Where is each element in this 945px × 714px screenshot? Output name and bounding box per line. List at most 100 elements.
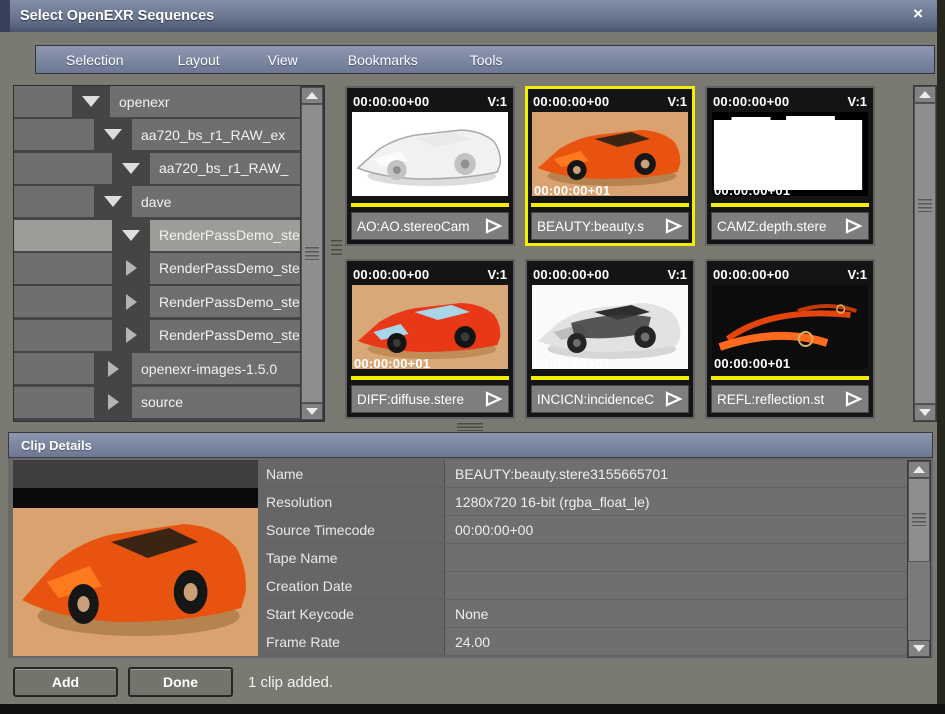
menu-layout[interactable]: Layout	[174, 52, 224, 68]
version-label: V:1	[667, 94, 687, 109]
clip-timeline-bar	[351, 376, 509, 380]
vertical-splitter[interactable]	[330, 85, 343, 420]
version-label: V:1	[847, 267, 867, 282]
chevron-right-icon[interactable]	[126, 294, 137, 310]
add-button[interactable]: Add	[13, 667, 118, 697]
clip-tile-camz[interactable]: 00:00:00+00V:1 00:00:00+01 CAMZ:depth.st…	[705, 86, 875, 246]
clip-label-bar[interactable]: BEAUTY:beauty.s	[531, 212, 689, 240]
close-icon[interactable]: ×	[913, 4, 923, 24]
folder-tree: openexr aa720_bs_r1_RAW_ex aa720_bs_r1_R…	[13, 85, 325, 422]
version-label: V:1	[667, 267, 687, 282]
details-scrollbar[interactable]	[907, 460, 931, 658]
window-edge	[0, 704, 945, 714]
clip-timeline-bar	[351, 203, 509, 207]
chevron-down-icon[interactable]	[104, 196, 122, 207]
menu-bookmarks[interactable]: Bookmarks	[344, 52, 422, 68]
chevron-right-icon[interactable]	[126, 327, 137, 343]
scroll-down-icon[interactable]	[301, 403, 323, 420]
clip-label-bar[interactable]: REFL:reflection.st	[711, 385, 869, 413]
scroll-up-icon[interactable]	[301, 87, 323, 104]
clip-name: REFL:reflection.st	[717, 392, 844, 407]
clip-label-bar[interactable]: AO:AO.stereoCam	[351, 212, 509, 240]
menu-selection[interactable]: Selection	[62, 52, 128, 68]
tree-item-dave[interactable]: dave	[14, 186, 300, 217]
tree-item-aa720-ex[interactable]: aa720_bs_r1_RAW_ex	[14, 119, 300, 150]
done-button[interactable]: Done	[128, 667, 233, 697]
clip-timeline-bar	[711, 376, 869, 380]
scroll-up-icon[interactable]	[914, 86, 936, 103]
tree-item-renderpassdemo-3[interactable]: RenderPassDemo_ste	[14, 286, 300, 317]
clip-name: AO:AO.stereoCam	[357, 219, 484, 234]
clip-timeline-bar	[531, 376, 689, 380]
clip-label-bar[interactable]: INCICN:incidenceC	[531, 385, 689, 413]
clip-label-bar[interactable]: DIFF:diffuse.stere	[351, 385, 509, 413]
play-icon[interactable]	[664, 391, 683, 407]
menu-view[interactable]: View	[264, 52, 302, 68]
footer-bar: Add Done 1 clip added.	[0, 660, 937, 704]
clip-thumbnail: 00:00:00+01	[712, 285, 868, 369]
play-icon[interactable]	[484, 218, 503, 234]
scroll-down-icon[interactable]	[908, 640, 930, 657]
chevron-down-icon[interactable]	[104, 129, 122, 140]
clip-tile-beauty-selected[interactable]: 00:00:00+00 V:1 00:00:00+01 BEAUTY:beauty…	[525, 86, 695, 246]
version-label: V:1	[487, 267, 507, 282]
detail-row-frame-rate: Frame Rate24.00	[258, 628, 920, 656]
timecode-end: 00:00:00+01	[714, 183, 790, 198]
horizontal-splitter[interactable]	[345, 421, 915, 431]
chevron-down-icon[interactable]	[82, 96, 100, 107]
clip-thumbnail: 00:00:00+01	[712, 112, 868, 196]
clip-preview-image	[13, 488, 258, 656]
details-scroll-thumb[interactable]	[908, 478, 930, 562]
play-icon[interactable]	[844, 391, 863, 407]
clip-details-header: Clip Details	[8, 432, 933, 458]
chevron-right-icon[interactable]	[126, 260, 137, 276]
clip-name: INCICN:incidenceC	[537, 392, 664, 407]
grid-scrollbar[interactable]	[913, 85, 937, 422]
tree-item-source[interactable]: source	[14, 387, 300, 418]
detail-row-start-keycode: Start KeycodeNone	[258, 600, 920, 628]
clip-name: DIFF:diffuse.stere	[357, 392, 484, 407]
play-icon[interactable]	[484, 391, 503, 407]
window-edge	[937, 0, 945, 714]
clip-tile-incicn[interactable]: 00:00:00+00V:1 00:00:00+01 INCICN:incide…	[525, 259, 695, 419]
timecode-end: 00:00:00+01	[534, 356, 610, 371]
grid-scroll-thumb[interactable]	[914, 103, 936, 404]
clip-details-title: Clip Details	[21, 438, 92, 453]
status-text: 1 clip added.	[248, 674, 333, 691]
detail-row-source-timecode: Source Timecode00:00:00+00	[258, 516, 920, 544]
tree-item-renderpassdemo-4[interactable]: RenderPassDemo_ste	[14, 320, 300, 351]
tree-scroll-thumb[interactable]	[301, 104, 323, 403]
title-bar[interactable]: Select OpenEXR Sequences ×	[0, 0, 937, 32]
timecode-end: 00:00:00+01	[714, 356, 790, 371]
clip-tile-diff[interactable]: 00:00:00+00V:1 00:00:00+01 DIFF:diffuse.…	[345, 259, 515, 419]
chevron-down-icon[interactable]	[122, 230, 140, 241]
chevron-down-icon[interactable]	[122, 163, 140, 174]
clip-tile-refl[interactable]: 00:00:00+00V:1 00:00:00+01 REFL:reflecti…	[705, 259, 875, 419]
clip-label-bar[interactable]: CAMZ:depth.stere	[711, 212, 869, 240]
tree-item-openexr[interactable]: openexr	[14, 86, 300, 117]
tree-scrollbar[interactable]	[300, 86, 324, 421]
detail-row-name: NameBEAUTY:beauty.stere3155665701	[258, 460, 920, 488]
timecode-end: 00:00:00+01	[534, 183, 610, 198]
tree-item-openexr-images[interactable]: openexr-images-1.5.0	[14, 353, 300, 384]
tree-item-aa720[interactable]: aa720_bs_r1_RAW_	[14, 153, 300, 184]
timecode-start: 00:00:00+00	[353, 94, 429, 109]
play-icon[interactable]	[664, 218, 683, 234]
chevron-right-icon[interactable]	[108, 361, 119, 377]
window-title: Select OpenEXR Sequences	[20, 8, 214, 24]
chevron-right-icon[interactable]	[108, 394, 119, 410]
play-icon[interactable]	[844, 218, 863, 234]
tree-item-renderpassdemo-selected[interactable]: RenderPassDemo_ste	[14, 220, 300, 251]
menu-tools[interactable]: Tools	[466, 52, 507, 68]
timecode-start: 00:00:00+00	[533, 94, 609, 109]
detail-row-creation-date: Creation Date	[258, 572, 920, 600]
clip-tile-ao[interactable]: 00:00:00+00V:1 00:00:00+01 AO:AO.stereoC…	[345, 86, 515, 246]
timecode-end: 00:00:00+01	[354, 183, 430, 198]
clip-name: CAMZ:depth.stere	[717, 219, 844, 234]
tree-item-renderpassdemo-2[interactable]: RenderPassDemo_ste	[14, 253, 300, 284]
clip-thumbnail: 00:00:00+01	[352, 285, 508, 369]
timecode-start: 00:00:00+00	[713, 94, 789, 109]
clip-preview	[13, 460, 258, 656]
scroll-up-icon[interactable]	[908, 461, 930, 478]
scroll-down-icon[interactable]	[914, 404, 936, 421]
